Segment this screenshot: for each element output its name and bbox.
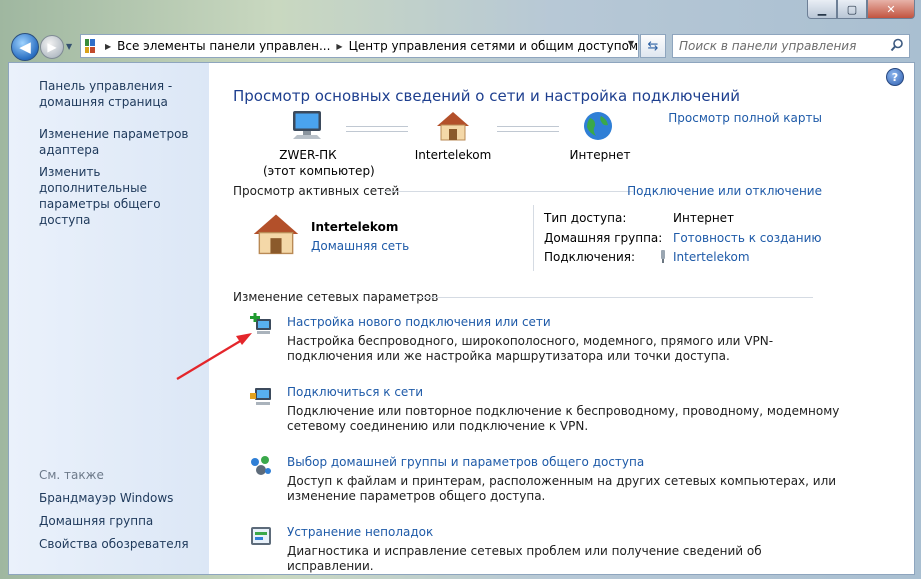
main-panel: ? Просмотр основных сведений о сети и на… xyxy=(209,63,914,574)
see-also-homegroup[interactable]: Домашняя группа xyxy=(39,514,153,528)
search-icon[interactable] xyxy=(890,38,904,52)
network-type-link[interactable]: Домашняя сеть xyxy=(311,239,409,253)
divider xyxy=(417,297,813,298)
task-connect-desc: Подключение или повторное подключение к … xyxy=(287,404,840,433)
sidebar: Панель управления - домашняя страница Из… xyxy=(9,63,209,574)
connection-link[interactable]: Intertelekom xyxy=(673,250,750,264)
house-icon xyxy=(253,214,299,255)
troubleshoot-icon[interactable] xyxy=(249,524,273,548)
task-connect-link[interactable]: Подключиться к сети xyxy=(287,385,423,399)
help-button[interactable]: ? xyxy=(886,68,904,86)
sidebar-link-line2: параметры общего доступа xyxy=(39,197,161,227)
task-troubleshoot-desc: Диагностика и исправление сетевых пробле… xyxy=(287,544,762,573)
search-box[interactable] xyxy=(672,34,910,58)
title-bar: ▁ ▢ ✕ xyxy=(0,0,921,30)
access-type-label: Тип доступа: xyxy=(544,211,627,225)
see-also-heading: См. также xyxy=(39,468,104,482)
refresh-button[interactable]: ⇆ xyxy=(640,34,666,58)
computer-sub: (этот компьютер) xyxy=(263,164,375,178)
connection-line xyxy=(497,126,559,132)
breadcrumb: ▶ Все элементы панели управлен... ▶ Цент… xyxy=(99,39,638,53)
help-icon: ? xyxy=(891,70,899,84)
breadcrumb-separator-icon[interactable]: ▶ xyxy=(336,42,342,51)
change-settings-heading: Изменение сетевых параметров xyxy=(233,290,439,304)
sidebar-home-line1: Панель управления - xyxy=(39,79,173,93)
connections-label: Подключения: xyxy=(544,250,636,264)
this-computer-node: ZWER-ПК (этот компьютер) xyxy=(263,147,375,179)
refresh-icon: ⇆ xyxy=(647,38,659,54)
new-connection-icon[interactable] xyxy=(249,313,273,337)
modem-icon xyxy=(661,250,665,263)
maximize-button[interactable]: ▢ xyxy=(837,0,867,19)
sidebar-home-line2: домашняя страница xyxy=(39,95,168,109)
task-homegroup-desc: Доступ к файлам и принтерам, расположенн… xyxy=(287,474,837,503)
house-icon[interactable] xyxy=(435,110,471,142)
forward-button[interactable]: ▶ xyxy=(40,35,64,59)
page-title: Просмотр основных сведений о сети и наст… xyxy=(233,87,740,105)
sidebar-item-sharing-settings[interactable]: Изменить дополнительные параметры общего… xyxy=(39,164,209,228)
connect-network-icon[interactable] xyxy=(249,384,273,408)
arrow-left-icon: ◀ xyxy=(19,38,31,56)
see-also-firewall[interactable]: Брандмауэр Windows xyxy=(39,491,173,505)
sidebar-home-link[interactable]: Панель управления - домашняя страница xyxy=(39,78,172,110)
task-new-connection-desc: Настройка беспроводного, широкополосного… xyxy=(287,334,774,363)
sidebar-link-line2: адаптера xyxy=(39,143,100,157)
view-full-map-link[interactable]: Просмотр полной карты xyxy=(668,111,822,125)
computer-name: ZWER-ПК xyxy=(279,148,337,162)
close-button[interactable]: ✕ xyxy=(867,0,915,19)
access-type-value: Интернет xyxy=(673,211,735,225)
minimize-button[interactable]: ▁ xyxy=(807,0,837,19)
breadcrumb-network-center[interactable]: Центр управления сетями и общим доступом xyxy=(349,39,638,53)
task-new-connection-link[interactable]: Настройка нового подключения или сети xyxy=(287,315,551,329)
active-network-name: Intertelekom xyxy=(311,220,399,234)
sidebar-link-line1: Изменить дополнительные xyxy=(39,165,147,195)
homegroup-label: Домашняя группа: xyxy=(544,231,663,245)
content-area: Панель управления - домашняя страница Из… xyxy=(8,62,915,575)
divider xyxy=(533,205,534,271)
globe-icon[interactable] xyxy=(581,110,615,142)
task-homegroup-link[interactable]: Выбор домашней группы и параметров общег… xyxy=(287,455,644,469)
network-node: Intertelekom xyxy=(414,148,492,162)
recent-pages-dropdown[interactable]: ▼ xyxy=(66,42,72,51)
navigation-bar: ◀ ▶ ▼ ▶ Все элементы панели управлен... … xyxy=(0,30,921,62)
divider xyxy=(383,191,633,192)
address-bar[interactable]: ▶ Все элементы панели управлен... ▶ Цент… xyxy=(80,34,639,58)
computer-icon[interactable] xyxy=(289,109,325,143)
task-troubleshoot-link[interactable]: Устранение неполадок xyxy=(287,525,433,539)
homegroup-icon[interactable] xyxy=(249,454,273,478)
homegroup-value-link[interactable]: Готовность к созданию xyxy=(673,231,822,245)
sidebar-item-adapter-settings[interactable]: Изменение параметров адаптера xyxy=(39,126,189,158)
back-button[interactable]: ◀ xyxy=(11,33,39,61)
see-also-internet-options[interactable]: Свойства обозревателя xyxy=(39,537,189,551)
breadcrumb-separator-icon[interactable]: ▶ xyxy=(105,42,111,51)
control-panel-icon xyxy=(85,39,95,53)
connection-line xyxy=(346,126,408,132)
window-controls: ▁ ▢ ✕ xyxy=(807,0,915,20)
internet-node: Интернет xyxy=(569,148,631,162)
active-networks-heading: Просмотр активных сетей xyxy=(233,184,400,198)
arrow-right-icon: ▶ xyxy=(47,40,57,54)
sidebar-link-line1: Изменение параметров xyxy=(39,127,189,141)
breadcrumb-control-panel[interactable]: Все элементы панели управлен... xyxy=(117,39,330,53)
address-dropdown-icon[interactable]: ▼ xyxy=(628,39,634,48)
connect-disconnect-link[interactable]: Подключение или отключение xyxy=(627,184,822,198)
search-input[interactable] xyxy=(673,38,881,54)
